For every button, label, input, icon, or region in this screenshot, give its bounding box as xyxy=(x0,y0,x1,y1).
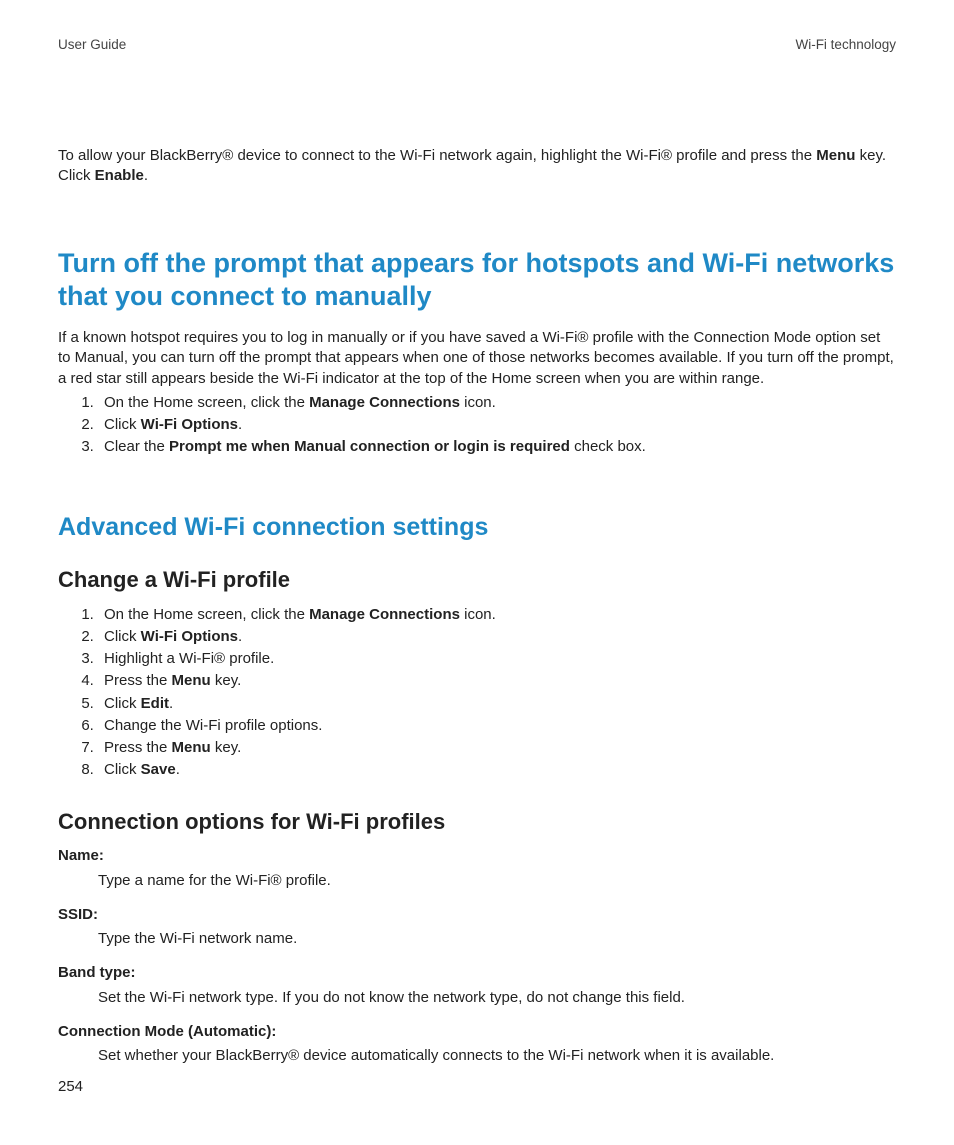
option-desc-name: Type a name for the Wi-Fi® profile. xyxy=(98,871,896,891)
text: Click xyxy=(104,416,141,433)
option-term-name: Name: xyxy=(58,846,896,866)
option-term-band: Band type: xyxy=(58,963,896,983)
step-item: On the Home screen, click the Manage Con… xyxy=(98,605,896,625)
bold-text: Wi-Fi Options xyxy=(141,628,238,645)
page-number: 254 xyxy=(58,1077,83,1097)
option-desc-connection-mode: Set whether your BlackBerry® device auto… xyxy=(98,1046,896,1066)
text: icon. xyxy=(460,394,496,411)
steps-list-a: On the Home screen, click the Manage Con… xyxy=(58,393,896,458)
bold-text: Enable xyxy=(95,167,144,184)
body-paragraph: If a known hotspot requires you to log i… xyxy=(58,328,896,389)
text: . xyxy=(238,416,242,433)
text: Click xyxy=(104,695,141,712)
document-page: User Guide Wi-Fi technology To allow you… xyxy=(0,0,954,1066)
bold-text: Manage Connections xyxy=(309,606,460,623)
header-right: Wi-Fi technology xyxy=(795,36,896,54)
text: . xyxy=(169,695,173,712)
bold-text: Edit xyxy=(141,695,169,712)
header-left: User Guide xyxy=(58,36,126,54)
step-item: Change the Wi-Fi profile options. xyxy=(98,716,896,736)
step-item: On the Home screen, click the Manage Con… xyxy=(98,393,896,413)
options-list: Name: Type a name for the Wi-Fi® profile… xyxy=(58,846,896,1066)
text: . xyxy=(144,167,148,184)
option-desc-band: Set the Wi-Fi network type. If you do no… xyxy=(98,988,896,1008)
intro-paragraph: To allow your BlackBerry® device to conn… xyxy=(58,146,896,187)
bold-text: Menu xyxy=(172,739,211,756)
text: icon. xyxy=(460,606,496,623)
bold-text: Prompt me when Manual connection or logi… xyxy=(169,438,570,455)
bold-text: Menu xyxy=(816,147,855,164)
step-item: Highlight a Wi-Fi® profile. xyxy=(98,649,896,669)
step-item: Press the Menu key. xyxy=(98,738,896,758)
step-item: Click Edit. xyxy=(98,694,896,714)
option-term-connection-mode: Connection Mode (Automatic): xyxy=(58,1022,896,1042)
heading-advanced-settings: Advanced Wi-Fi connection settings xyxy=(58,512,896,543)
step-item: Click Save. xyxy=(98,760,896,780)
text: key. xyxy=(211,672,242,689)
option-term-ssid: SSID: xyxy=(58,905,896,925)
bold-text: Manage Connections xyxy=(309,394,460,411)
bold-text: Menu xyxy=(172,672,211,689)
text: . xyxy=(238,628,242,645)
step-item: Clear the Prompt me when Manual connecti… xyxy=(98,437,896,457)
step-item: Click Wi-Fi Options. xyxy=(98,627,896,647)
text: On the Home screen, click the xyxy=(104,606,309,623)
text: . xyxy=(176,761,180,778)
heading-connection-options: Connection options for Wi-Fi profiles xyxy=(58,807,896,837)
text: Click xyxy=(104,761,141,778)
text: To allow your BlackBerry® device to conn… xyxy=(58,147,816,164)
text: On the Home screen, click the xyxy=(104,394,309,411)
text: Press the xyxy=(104,672,172,689)
text: key. xyxy=(211,739,242,756)
heading-turn-off-prompt: Turn off the prompt that appears for hot… xyxy=(58,247,896,315)
bold-text: Wi-Fi Options xyxy=(141,416,238,433)
option-desc-ssid: Type the Wi-Fi network name. xyxy=(98,929,896,949)
step-item: Click Wi-Fi Options. xyxy=(98,415,896,435)
text: Press the xyxy=(104,739,172,756)
heading-change-profile: Change a Wi-Fi profile xyxy=(58,565,896,595)
text: Click xyxy=(104,628,141,645)
step-item: Press the Menu key. xyxy=(98,671,896,691)
steps-list-b: On the Home screen, click the Manage Con… xyxy=(58,605,896,781)
text: Clear the xyxy=(104,438,169,455)
bold-text: Save xyxy=(141,761,176,778)
running-header: User Guide Wi-Fi technology xyxy=(58,36,896,54)
text: check box. xyxy=(570,438,646,455)
